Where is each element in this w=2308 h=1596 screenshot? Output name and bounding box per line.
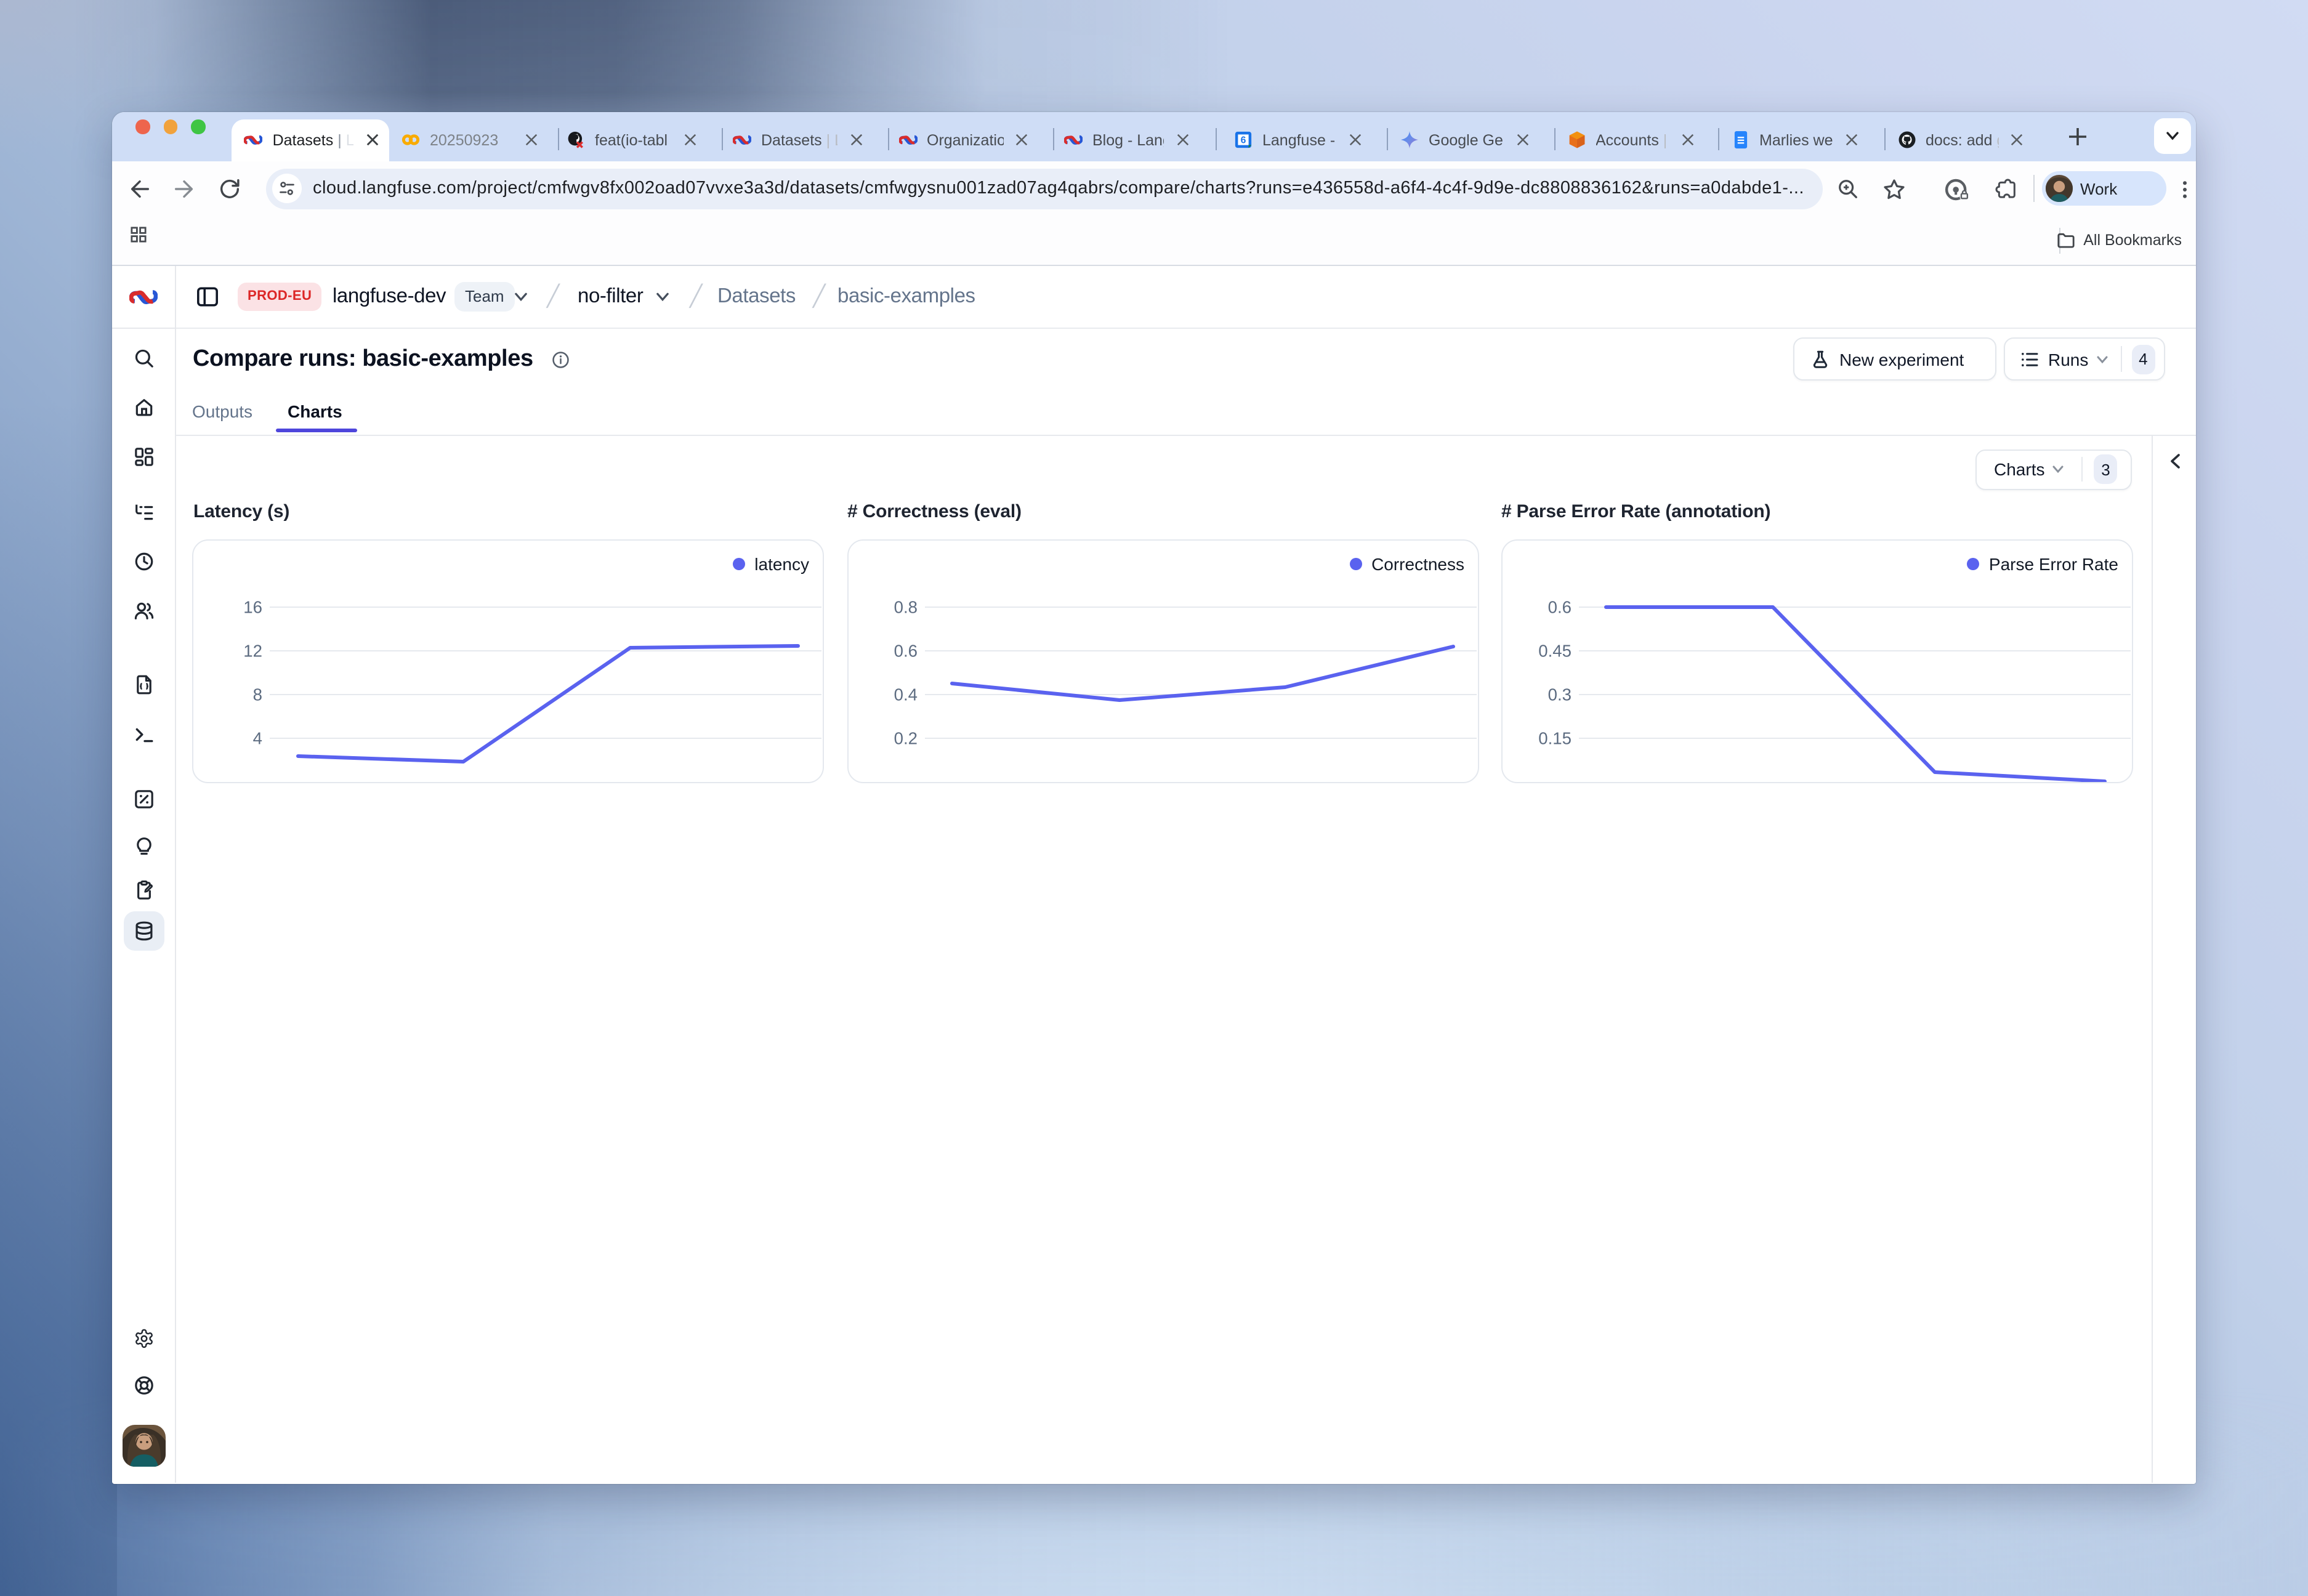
svg-text:0.45: 0.45 — [1538, 641, 1572, 660]
svg-text:6: 6 — [1241, 135, 1246, 146]
svg-text:0.2: 0.2 — [894, 728, 918, 748]
svg-text:4: 4 — [253, 728, 262, 748]
svg-text:0.3: 0.3 — [1548, 685, 1572, 704]
svg-text:16: 16 — [243, 597, 262, 616]
svg-text:8: 8 — [253, 685, 262, 704]
svg-text:12: 12 — [243, 641, 262, 660]
svg-text:0.6: 0.6 — [1548, 597, 1572, 616]
svg-text:0.6: 0.6 — [894, 641, 918, 660]
svg-text:0.8: 0.8 — [894, 597, 918, 616]
svg-text:0.4: 0.4 — [894, 685, 918, 704]
svg-text:0.15: 0.15 — [1538, 728, 1572, 748]
